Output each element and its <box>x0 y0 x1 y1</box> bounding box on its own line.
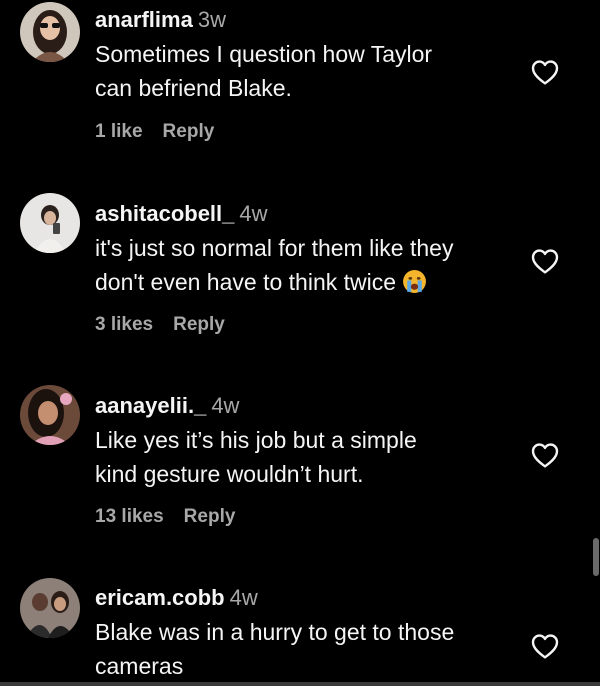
like-count[interactable]: 13 likes <box>95 506 164 527</box>
reply-button[interactable]: Reply <box>184 506 236 527</box>
timestamp: 3w <box>197 7 226 32</box>
comment-text-line-wrap: don't even have to think twice <box>95 265 525 303</box>
avatar[interactable] <box>20 578 80 638</box>
like-count[interactable]: 1 like <box>95 121 143 142</box>
comment-text: Like yes it’s his job but a simple kind … <box>95 423 525 491</box>
avatar[interactable] <box>20 2 80 62</box>
scrollbar-track[interactable] <box>592 0 600 686</box>
comment-body: ericam.cobb 4w Blake was in a hurry to ge… <box>95 578 525 683</box>
comment-meta: ericam.cobb 4w <box>95 581 525 615</box>
reply-button[interactable]: Reply <box>173 314 225 335</box>
comment-body: aanayelii._ 4w Like yes it’s his job but … <box>95 385 525 491</box>
scrollbar-thumb[interactable] <box>593 538 599 576</box>
reply-button[interactable]: Reply <box>163 121 215 142</box>
timestamp: 4w <box>229 585 258 610</box>
comment-text: it's just so normal for them like they d… <box>95 231 525 303</box>
comment-text-line: Blake was in a hurry to get to those <box>95 619 455 645</box>
comment-text-line: it's just so normal for them like they <box>95 235 454 261</box>
username[interactable]: aanayelii._ <box>95 393 206 418</box>
comment-text-line: kind gesture wouldn’t hurt. <box>95 461 364 487</box>
avatar[interactable] <box>20 385 80 445</box>
loudly-crying-face-emoji <box>402 269 427 303</box>
comment-text: Sometimes I question how Taylor can befr… <box>95 37 525 105</box>
heart-outline-icon[interactable] <box>529 56 561 88</box>
comment-text-line: can befriend Blake. <box>95 75 292 101</box>
username[interactable]: ashitacobell_ <box>95 201 234 226</box>
comment-text: Blake was in a hurry to get to those cam… <box>95 615 525 683</box>
comment-meta: ashitacobell_ 4w <box>95 197 525 231</box>
comment-body: anarflima 3w Sometimes I question how Tay… <box>95 0 525 105</box>
comment-meta: aanayelii._ 4w <box>95 389 525 423</box>
bottom-divider <box>0 682 600 686</box>
comment-body: ashitacobell_ 4w it's just so normal for … <box>95 193 525 303</box>
like-count[interactable]: 3 likes <box>95 314 153 335</box>
heart-outline-icon[interactable] <box>529 439 561 471</box>
comment-list: anarflima 3w Sometimes I question how Tay… <box>0 0 592 686</box>
comment-actions: 13 likes Reply <box>95 506 235 528</box>
heart-outline-icon[interactable] <box>529 245 561 277</box>
username[interactable]: ericam.cobb <box>95 585 225 610</box>
comment-actions: 3 likes Reply <box>95 314 225 336</box>
comment-meta: anarflima 3w <box>95 3 525 37</box>
timestamp: 4w <box>239 201 268 226</box>
avatar[interactable] <box>20 193 80 253</box>
comment-text-line: cameras <box>95 653 184 679</box>
heart-outline-icon[interactable] <box>529 630 561 662</box>
comment-text-line: don't even have to think twice <box>95 269 397 295</box>
username[interactable]: anarflima <box>95 7 193 32</box>
comment-text-line: Sometimes I question how Taylor <box>95 41 433 67</box>
comment-text-line: Like yes it’s his job but a simple <box>95 427 417 453</box>
timestamp: 4w <box>211 393 240 418</box>
comment-actions: 1 like Reply <box>95 121 214 143</box>
